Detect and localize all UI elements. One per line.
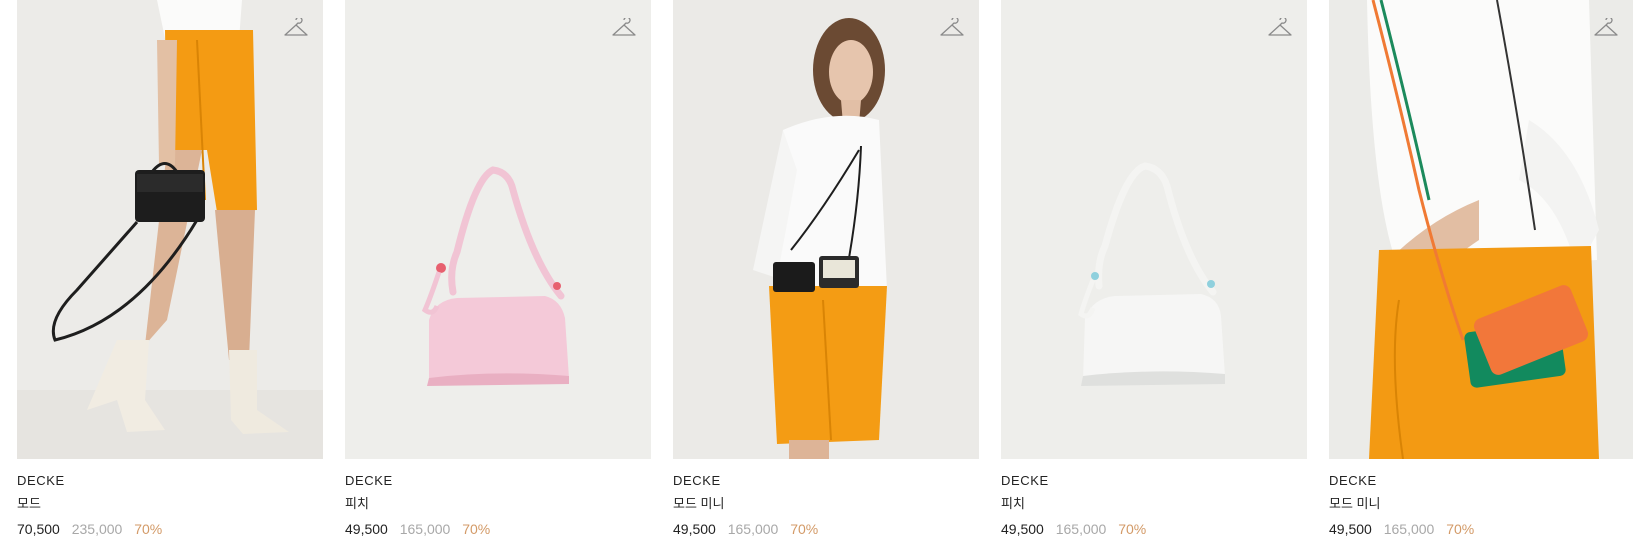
discount-rate: 70%	[1118, 521, 1147, 537]
product-brand: DECKE	[1329, 473, 1377, 488]
product-prices: 49,500 165,000 70%	[673, 520, 979, 538]
product-prices: 49,500 165,000 70%	[1329, 520, 1633, 538]
hanger-icon[interactable]	[1267, 18, 1293, 40]
original-price: 235,000	[71, 521, 123, 537]
product-name[interactable]: 피치	[1001, 496, 1307, 512]
discount-rate: 70%	[1446, 521, 1475, 537]
product-photo	[345, 0, 651, 459]
original-price: 165,000	[727, 521, 779, 537]
original-price: 165,000	[399, 521, 451, 537]
sale-price: 49,500	[345, 521, 388, 537]
original-price: 165,000	[1055, 521, 1107, 537]
discount-rate: 70%	[790, 521, 819, 537]
product-image[interactable]	[17, 0, 323, 459]
product-name[interactable]: 모드 미니	[673, 496, 979, 512]
product-image[interactable]	[345, 0, 651, 459]
sale-price: 49,500	[673, 521, 716, 537]
product-prices: 49,500 165,000 70%	[1001, 520, 1307, 538]
product-card[interactable]: DECKE 모드 미니 49,500 165,000 70%	[673, 0, 979, 538]
discount-rate: 70%	[462, 521, 491, 537]
product-photo	[17, 0, 323, 459]
product-image[interactable]	[673, 0, 979, 459]
product-card[interactable]: DECKE 모드 70,500 235,000 70%	[17, 0, 323, 538]
product-card[interactable]: DECKE 피치 49,500 165,000 70%	[1001, 0, 1307, 538]
product-name[interactable]: 모드	[17, 496, 323, 512]
product-name[interactable]: 피치	[345, 496, 651, 512]
product-image[interactable]	[1329, 0, 1633, 459]
hanger-icon[interactable]	[939, 18, 965, 40]
product-image[interactable]	[1001, 0, 1307, 459]
discount-rate: 70%	[134, 521, 163, 537]
original-price: 165,000	[1383, 521, 1435, 537]
sale-price: 49,500	[1329, 521, 1372, 537]
product-photo	[1001, 0, 1307, 459]
product-card[interactable]: DECKE 피치 49,500 165,000 70%	[345, 0, 651, 538]
product-brand: DECKE	[673, 473, 721, 488]
sale-price: 70,500	[17, 521, 60, 537]
product-card[interactable]: DECKE 모드 미니 49,500 165,000 70%	[1329, 0, 1633, 538]
product-prices: 49,500 165,000 70%	[345, 520, 651, 538]
product-name[interactable]: 모드 미니	[1329, 496, 1633, 512]
product-photo	[673, 0, 979, 459]
product-grid: DECKE 모드 70,500 235,000 70% DECKE 피치 49,…	[0, 0, 1633, 543]
product-brand: DECKE	[1001, 473, 1049, 488]
sale-price: 49,500	[1001, 521, 1044, 537]
product-prices: 70,500 235,000 70%	[17, 520, 323, 538]
product-brand: DECKE	[345, 473, 393, 488]
hanger-icon[interactable]	[611, 18, 637, 40]
hanger-icon[interactable]	[283, 18, 309, 40]
product-brand: DECKE	[17, 473, 65, 488]
product-photo	[1329, 0, 1633, 459]
hanger-icon[interactable]	[1593, 18, 1619, 40]
